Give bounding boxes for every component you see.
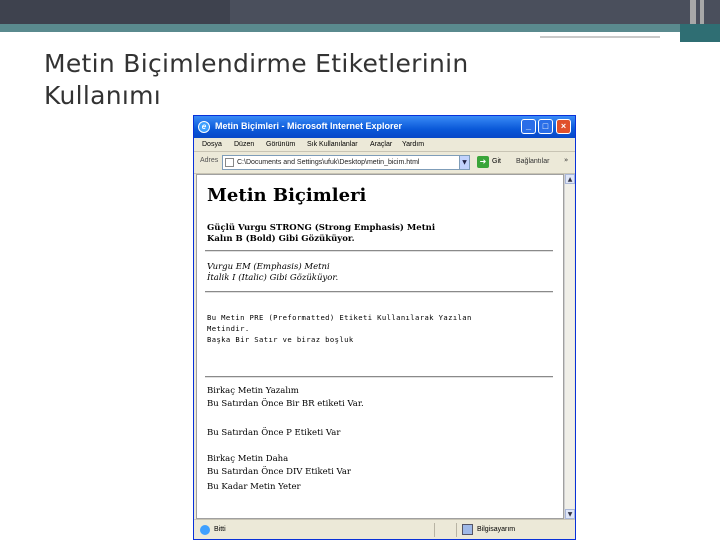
- band-accent: [690, 0, 696, 24]
- menu-item-tools[interactable]: Araçlar: [370, 141, 392, 148]
- plain-text-line: Birkaç Metin Daha: [207, 454, 289, 464]
- menu-bar: Dosya Düzen Görünüm Sık Kullanılanlar Ar…: [194, 138, 575, 152]
- em-text-line: İtalik I (Italic) Gibi Gözüküyor.: [207, 273, 339, 283]
- scroll-up-icon[interactable]: ▲: [565, 174, 575, 184]
- menu-item-edit[interactable]: Düzen: [234, 141, 254, 148]
- plain-text-line: Bu Satırdan Önce DIV Etiketi Var: [207, 467, 351, 477]
- page-content: Metin Biçimleri Güçlü Vurgu STRONG (Stro…: [196, 174, 564, 519]
- window-titlebar[interactable]: e Metin Biçimleri - Microsoft Internet E…: [194, 116, 575, 138]
- band-segment: [0, 0, 230, 24]
- page-icon: [225, 158, 234, 167]
- slide-title-line2: Kullanımı: [44, 81, 161, 110]
- plain-text-line: Bu Satırdan Önce Bir BR etiketi Var.: [207, 399, 364, 409]
- address-dropdown-icon[interactable]: ▼: [459, 156, 469, 169]
- zone-text: Bilgisayarım: [477, 526, 516, 533]
- horizontal-rule: [205, 291, 553, 293]
- scroll-down-icon[interactable]: ▼: [565, 509, 575, 519]
- band-accent: [700, 0, 704, 24]
- go-button-label[interactable]: Git: [492, 158, 501, 165]
- strong-text-line: Güçlü Vurgu STRONG (Strong Emphasis) Met…: [207, 223, 436, 233]
- globe-icon: [200, 525, 210, 535]
- address-input[interactable]: C:\Documents and Settings\ufuk\Desktop\m…: [222, 155, 470, 170]
- address-value: C:\Documents and Settings\ufuk\Desktop\m…: [237, 159, 420, 166]
- pre-text-line: Başka Bir Satır ve biraz boşluk: [207, 335, 354, 344]
- status-divider: [456, 523, 457, 537]
- em-text-line: Vurgu EM (Emphasis) Metni: [207, 262, 330, 272]
- slide-divider: [540, 36, 660, 38]
- links-label[interactable]: Bağlantılar: [516, 158, 549, 165]
- page-heading: Metin Biçimleri: [207, 185, 367, 206]
- close-icon[interactable]: ×: [556, 119, 571, 134]
- vertical-scrollbar[interactable]: ▲ ▼: [564, 174, 575, 519]
- plain-text-line: Bu Satırdan Önce P Etiketi Var: [207, 428, 341, 438]
- slide-title: Metin Biçimlendirme Etiketlerinin Kullan…: [44, 48, 684, 112]
- status-text: Bitti: [214, 526, 226, 533]
- slide-teal-line: [0, 24, 700, 32]
- slide-top-band: [0, 0, 720, 24]
- go-arrow-icon[interactable]: ➜: [477, 156, 489, 168]
- address-label: Adres: [200, 157, 219, 164]
- strong-text-line: Kalın B (Bold) Gibi Gözüküyor.: [207, 234, 355, 244]
- window-title: Metin Biçimleri - Microsoft Internet Exp…: [215, 121, 403, 131]
- slide-title-line1: Metin Biçimlendirme Etiketlerinin: [44, 49, 469, 78]
- more-chevron[interactable]: »: [564, 156, 568, 164]
- pre-text-line: Bu Metin PRE (Preformatted) Etiketi Kull…: [207, 313, 472, 322]
- maximize-icon[interactable]: □: [538, 119, 553, 134]
- plain-text-line: Bu Kadar Metin Yeter: [207, 482, 301, 492]
- status-divider: [434, 523, 435, 537]
- horizontal-rule: [205, 250, 553, 252]
- computer-icon: [462, 524, 473, 535]
- slide-teal-block: [680, 24, 720, 42]
- menu-item-favorites[interactable]: Sık Kullanılanlar: [307, 141, 358, 148]
- menu-item-help[interactable]: Yardım: [402, 141, 424, 148]
- pre-text-line: Metindir.: [207, 324, 250, 333]
- menu-item-file[interactable]: Dosya: [202, 141, 222, 148]
- minimize-icon[interactable]: _: [521, 119, 536, 134]
- internet-explorer-icon: e: [198, 121, 210, 133]
- status-bar: Bitti Bilgisayarım: [194, 519, 575, 539]
- browser-window: e Metin Biçimleri - Microsoft Internet E…: [193, 115, 576, 540]
- menu-item-view[interactable]: Görünüm: [266, 141, 295, 148]
- address-toolbar: Adres C:\Documents and Settings\ufuk\Des…: [194, 152, 575, 174]
- horizontal-rule: [205, 376, 553, 378]
- plain-text-line: Birkaç Metin Yazalım: [207, 386, 299, 396]
